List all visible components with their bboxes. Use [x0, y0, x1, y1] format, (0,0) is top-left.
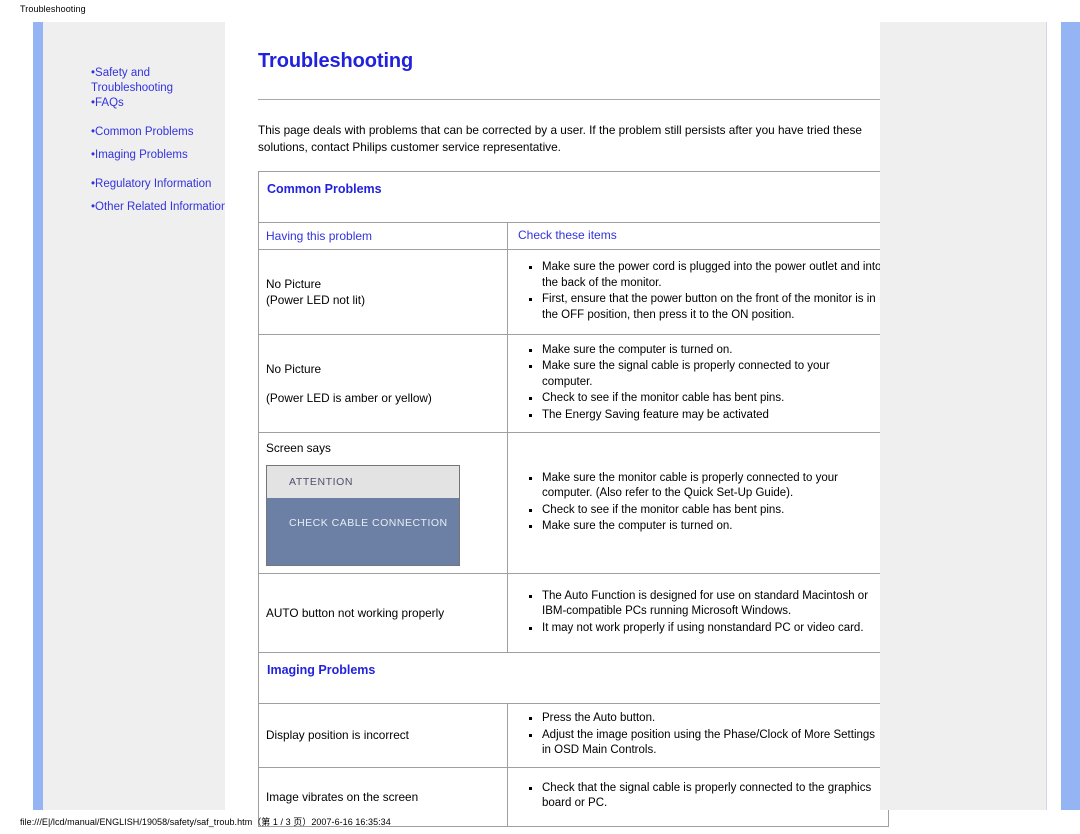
right-margin-pane — [880, 22, 1047, 810]
problem-line: (Power LED is amber or yellow) — [266, 391, 432, 405]
check-item: Make sure the signal cable is properly c… — [529, 359, 882, 390]
intro-paragraph: This page deals with problems that can b… — [258, 123, 862, 154]
column-header-checks: Check these items — [518, 228, 617, 242]
imaging-problems-section-band: Imaging Problems — [259, 653, 888, 704]
problem-line: (Power LED not lit) — [266, 293, 365, 307]
check-item: Make sure the power cord is plugged into… — [529, 260, 882, 291]
sidebar-item-label: Common Problems — [95, 126, 194, 138]
table-header-row: Having this problem Check these items — [259, 223, 888, 250]
column-header-problem: Having this problem — [259, 223, 508, 249]
attention-title: ATTENTION — [267, 466, 459, 498]
checks-cell: Press the Auto button. Adjust the image … — [508, 704, 888, 767]
print-header-title: Troubleshooting — [20, 4, 86, 14]
check-item: Make sure the computer is turned on. — [529, 343, 882, 359]
check-item: The Auto Function is designed for use on… — [529, 589, 882, 620]
checks-cell: The Auto Function is designed for use on… — [508, 574, 888, 652]
problem-cell: Display position is incorrect — [259, 704, 508, 767]
common-problems-table: Common Problems Having this problem Chec… — [258, 171, 889, 827]
sidebar-item-safety-and-troubleshooting[interactable]: •Safety and Troubleshooting — [91, 66, 231, 96]
section-title-common-problems: Common Problems — [267, 182, 382, 196]
common-problems-section-band: Common Problems — [259, 172, 888, 223]
nav-group-1: •Safety and Troubleshooting •FAQs — [91, 66, 231, 111]
check-item: Check that the signal cable is properly … — [529, 781, 882, 812]
check-item: The Energy Saving feature may be activat… — [529, 408, 882, 424]
problem-line: No Picture — [266, 277, 322, 291]
table-row: No Picture (Power LED is amber or yellow… — [259, 335, 888, 433]
problem-line: Screen says — [266, 441, 331, 455]
content-pane: Troubleshooting This page deals with pro… — [225, 22, 889, 827]
right-blue-rail — [1061, 22, 1080, 810]
table-row: No Picture (Power LED not lit) Make sure… — [259, 250, 888, 335]
page-title: Troubleshooting — [258, 50, 414, 72]
attention-message: CHECK CABLE CONNECTION — [267, 498, 459, 565]
check-item: Make sure the computer is turned on. — [529, 519, 882, 535]
table-row: Display position is incorrect Press the … — [259, 704, 888, 768]
problem-line: Display position is incorrect — [266, 728, 409, 743]
checks-list: The Auto Function is designed for use on… — [518, 589, 882, 638]
nav-group-3: •Regulatory Information •Other Related I… — [91, 177, 231, 215]
nav-group-2: •Common Problems •Imaging Problems — [91, 125, 231, 163]
check-item: Check to see if the monitor cable has be… — [529, 391, 882, 407]
problem-line: No Picture — [266, 362, 322, 376]
sidebar-item-label: Safety and Troubleshooting — [91, 67, 174, 94]
checks-list: Make sure the computer is turned on. Mak… — [518, 343, 882, 425]
left-blue-rail — [33, 22, 43, 810]
sidebar-item-imaging-problems[interactable]: •Imaging Problems — [91, 148, 231, 163]
checks-cell: Make sure the computer is turned on. Mak… — [508, 335, 888, 432]
problem-cell: AUTO button not working properly — [259, 574, 508, 652]
checks-list: Check that the signal cable is properly … — [518, 781, 882, 813]
checks-list: Make sure the monitor cable is properly … — [518, 471, 882, 536]
sidebar-item-label: Regulatory Information — [95, 178, 212, 190]
attention-osd-graphic: ATTENTION CHECK CABLE CONNECTION — [266, 465, 460, 566]
check-item: Press the Auto button. — [529, 711, 882, 727]
checks-list: Press the Auto button. Adjust the image … — [518, 711, 882, 760]
sidebar-item-faqs[interactable]: •FAQs — [91, 96, 231, 111]
title-divider — [258, 99, 887, 100]
problem-cell: No Picture (Power LED not lit) — [259, 250, 508, 334]
checks-list: Make sure the power cord is plugged into… — [518, 260, 882, 324]
check-item: Make sure the monitor cable is properly … — [529, 471, 882, 502]
table-row: Screen says ATTENTION CHECK CABLE CONNEC… — [259, 433, 888, 574]
check-item: First, ensure that the power button on t… — [529, 292, 882, 323]
table-row: AUTO button not working properly The Aut… — [259, 574, 888, 653]
page-frame: •Safety and Troubleshooting •FAQs •Commo… — [20, 22, 1080, 827]
problem-line: AUTO button not working properly — [266, 606, 445, 620]
sidebar-item-label: Imaging Problems — [95, 149, 188, 161]
sidebar-item-regulatory-information[interactable]: •Regulatory Information — [91, 177, 231, 192]
print-footer-path: file:///E|/lcd/manual/ENGLISH/19058/safe… — [20, 817, 391, 827]
sidebar-item-common-problems[interactable]: •Common Problems — [91, 125, 231, 140]
check-item: Check to see if the monitor cable has be… — [529, 503, 882, 519]
problem-line: Image vibrates on the screen — [266, 789, 419, 804]
checks-cell: Make sure the power cord is plugged into… — [508, 250, 888, 334]
main-content: Troubleshooting This page deals with pro… — [258, 22, 889, 827]
checks-cell: Make sure the monitor cable is properly … — [508, 433, 888, 573]
sidebar: •Safety and Troubleshooting •FAQs •Commo… — [43, 22, 227, 810]
checks-cell: Check that the signal cable is properly … — [508, 768, 888, 826]
problem-cell: Screen says ATTENTION CHECK CABLE CONNEC… — [259, 433, 508, 573]
check-item: Adjust the image position using the Phas… — [529, 728, 882, 759]
sidebar-item-other-related-information[interactable]: •Other Related Information — [91, 200, 231, 215]
section-title-imaging-problems: Imaging Problems — [267, 663, 376, 677]
sidebar-item-label: FAQs — [95, 97, 124, 109]
sidebar-nav: •Safety and Troubleshooting •FAQs •Commo… — [91, 66, 231, 229]
problem-cell: No Picture (Power LED is amber or yellow… — [259, 335, 508, 432]
sidebar-item-label: Other Related Information — [95, 201, 228, 213]
check-item: It may not work properly if using nonsta… — [529, 621, 882, 637]
